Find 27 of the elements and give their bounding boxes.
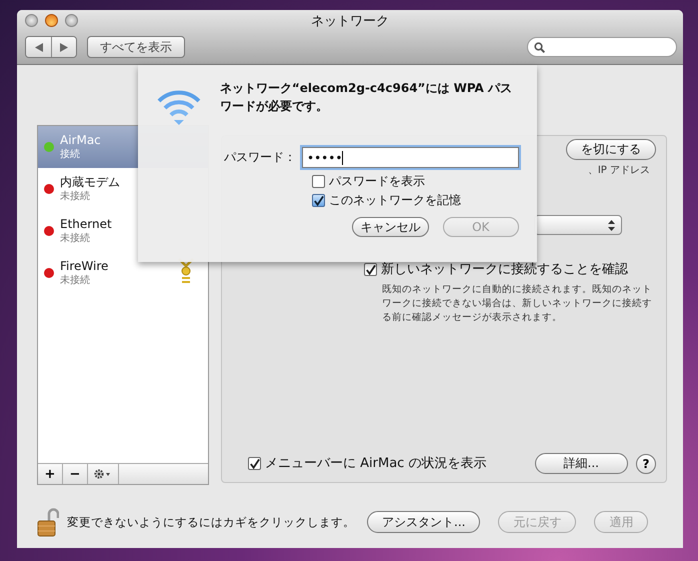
service-status: 接続 (60, 148, 81, 161)
window-title: ネットワーク (311, 13, 389, 30)
service-name: AirMac (60, 133, 101, 148)
advanced-button[interactable]: 詳細... (534, 453, 628, 474)
checkbox-label: 新しいネットワークに接続することを確認 (381, 261, 628, 278)
remove-button[interactable]: − (63, 464, 88, 484)
footer-button[interactable]: アシスタント... (367, 511, 480, 533)
service-status: 未接続 (60, 274, 91, 287)
service-name: FireWire (60, 259, 108, 274)
service-name: 内蔵モデム (60, 175, 120, 190)
service-status: 未接続 (60, 190, 91, 203)
sheet-button[interactable]: キャンセル (352, 217, 428, 237)
checkbox-label: パスワードを表示 (329, 173, 425, 190)
lock-hint-text: 変更できないようにするにはカギをクリックします。 (67, 514, 355, 530)
password-field[interactable]: ••••• (302, 147, 519, 168)
service-status: 未接続 (60, 232, 91, 245)
add-button[interactable]: + (38, 464, 63, 484)
password-label: パスワード： (224, 149, 296, 166)
power-button[interactable]: を切にする (566, 139, 656, 160)
status-text: 、IP アドレス (588, 164, 650, 177)
show-all-button[interactable]: すべてを表示 (87, 36, 185, 58)
checkbox-label: メニューバーに AirMac の状況を表示 (265, 455, 486, 472)
help-button[interactable]: ? (636, 454, 656, 474)
service-name: Ethernet (60, 217, 112, 232)
checkbox-label: このネットワークを記憶 (329, 192, 461, 209)
sheet-message: ネットワーク“elecom2g-c4c964”には WPA パスワードが必要です。 (220, 80, 514, 115)
description-text: 既知のネットワークに自動的に接続されます。既知のネットワークに接続できない場合は、新しいネットワークに接続する前に確認メッセージが表示されます。 (382, 283, 652, 325)
